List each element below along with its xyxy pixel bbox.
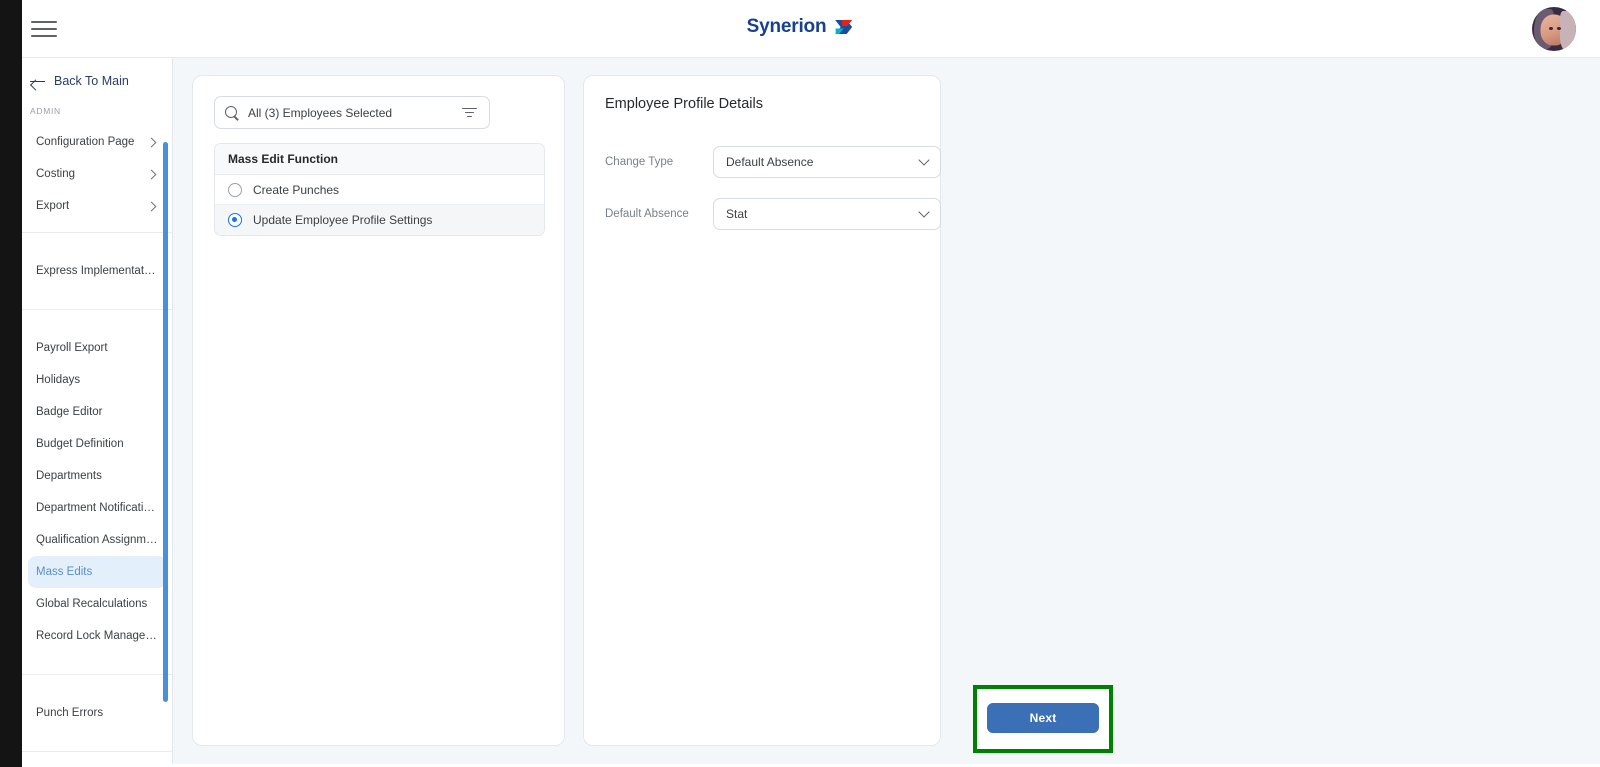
hamburger-bar bbox=[31, 35, 57, 37]
sidebar-item-record-lock-management[interactable]: Record Lock Management bbox=[28, 620, 166, 652]
hamburger-bar bbox=[31, 21, 57, 23]
application-window: Synerion Back To Main ADMIN Configuratio… bbox=[0, 0, 1600, 767]
sidebar-divider bbox=[22, 674, 172, 675]
radio-button-unselected[interactable] bbox=[228, 182, 242, 197]
sidebar-item-budget-definition[interactable]: Budget Definition bbox=[28, 428, 166, 460]
sidebar-item-label: Budget Definition bbox=[36, 438, 124, 450]
mass-edit-function-list: Mass Edit Function Create Punches Update… bbox=[214, 143, 545, 236]
option-row-update-employee-profile-settings[interactable]: Update Employee Profile Settings bbox=[215, 205, 544, 235]
sidebar-item-export[interactable]: Export bbox=[28, 190, 166, 222]
chevron-down-icon bbox=[918, 154, 930, 166]
employee-profile-details-panel: Employee Profile Details Change Type Def… bbox=[583, 75, 1113, 753]
sidebar-group: Payroll Export Holidays Badge Editor Bud… bbox=[22, 332, 172, 652]
sidebar-item-label: Badge Editor bbox=[36, 406, 103, 418]
sidebar-item-badge-editor[interactable]: Badge Editor bbox=[28, 396, 166, 428]
sidebar-item-punch-errors[interactable]: Punch Errors bbox=[28, 697, 166, 729]
sidebar-item-label: Departments bbox=[36, 470, 102, 482]
sidebar-navigation: Back To Main ADMIN Configuration Page Co… bbox=[22, 58, 173, 767]
change-type-label: Change Type bbox=[605, 156, 674, 168]
mass-edit-function-panel: All (3) Employees Selected Mass Edit Fun… bbox=[192, 75, 565, 746]
sidebar-item-mass-edits[interactable]: Mass Edits bbox=[28, 556, 166, 588]
list-header: Mass Edit Function bbox=[215, 144, 544, 175]
filter-funnel-icon[interactable] bbox=[460, 106, 478, 120]
sidebar-item-configuration-page[interactable]: Configuration Page bbox=[28, 126, 166, 158]
sidebar-item-qualification-assignments[interactable]: Qualification Assignments bbox=[28, 524, 166, 556]
sidebar-item-label: Export bbox=[36, 200, 70, 212]
sidebar-section-label: ADMIN bbox=[30, 106, 61, 116]
sidebar-item-label: Global Recalculations bbox=[36, 598, 148, 610]
sidebar-group: Configuration Page Costing Export bbox=[22, 126, 172, 222]
chevron-right-icon bbox=[146, 137, 157, 147]
sidebar-item-label: Mass Edits bbox=[36, 566, 93, 578]
option-row-create-punches[interactable]: Create Punches bbox=[215, 175, 544, 205]
chevron-right-icon bbox=[146, 169, 157, 179]
sidebar-item-global-recalculations[interactable]: Global Recalculations bbox=[28, 588, 166, 620]
chevron-down-icon bbox=[918, 206, 930, 218]
next-button[interactable]: Next bbox=[987, 703, 1099, 733]
change-type-value: Default Absence bbox=[726, 155, 814, 169]
employee-search-field[interactable]: All (3) Employees Selected bbox=[214, 96, 490, 129]
sidebar-item-express-implementation[interactable]: Express Implementation P... bbox=[28, 255, 166, 287]
sidebar-group: Express Implementation P... bbox=[22, 255, 172, 287]
search-icon bbox=[225, 105, 239, 120]
default-absence-select[interactable]: Stat bbox=[713, 198, 941, 230]
gutter-glyph-icon bbox=[2, 716, 18, 738]
avatar-eye bbox=[1549, 27, 1553, 30]
sidebar-item-costing[interactable]: Costing bbox=[28, 158, 166, 190]
sidebar-divider bbox=[22, 309, 172, 310]
sidebar-item-label: Configuration Page bbox=[36, 136, 135, 148]
left-edge-gutter bbox=[0, 0, 22, 767]
sidebar-item-holidays[interactable]: Holidays bbox=[28, 364, 166, 396]
filter-bar bbox=[464, 111, 474, 114]
sidebar-item-payroll-export[interactable]: Payroll Export bbox=[28, 332, 166, 364]
sidebar-scrollbar-thumb[interactable] bbox=[163, 142, 168, 702]
sidebar-item-departments[interactable]: Departments bbox=[28, 460, 166, 492]
default-absence-value: Stat bbox=[726, 207, 748, 221]
sidebar-item-label: Payroll Export bbox=[36, 342, 108, 354]
sidebar-item-label: Department Notifications bbox=[36, 502, 158, 514]
radio-button-selected[interactable] bbox=[228, 213, 242, 227]
change-type-select[interactable]: Default Absence bbox=[713, 146, 941, 178]
sidebar-item-label: Express Implementation P... bbox=[36, 265, 158, 277]
synerion-arrow-logo-icon bbox=[833, 17, 854, 37]
option-label: Update Employee Profile Settings bbox=[253, 213, 433, 227]
avatar-eye bbox=[1557, 27, 1561, 30]
filter-bar bbox=[461, 107, 477, 110]
search-input-value: All (3) Employees Selected bbox=[248, 105, 393, 120]
default-absence-field-row: Default Absence Stat bbox=[605, 198, 941, 230]
brand-logo[interactable]: Synerion bbox=[747, 16, 854, 38]
sidebar-group: Punch Errors bbox=[22, 697, 172, 729]
sidebar-item-department-notifications[interactable]: Department Notifications bbox=[28, 492, 166, 524]
main-content-area: All (3) Employees Selected Mass Edit Fun… bbox=[173, 58, 1600, 767]
sidebar-item-label: Holidays bbox=[36, 374, 81, 386]
filter-bar bbox=[466, 115, 472, 118]
change-type-field-row: Change Type Default Absence bbox=[605, 146, 941, 178]
sidebar-item-label: Qualification Assignments bbox=[36, 534, 158, 546]
avatar[interactable] bbox=[1532, 7, 1576, 51]
option-label: Create Punches bbox=[253, 182, 340, 197]
list-header-label: Mass Edit Function bbox=[228, 152, 339, 166]
sidebar-divider bbox=[22, 751, 172, 752]
back-to-main-link[interactable]: Back To Main bbox=[22, 58, 172, 104]
sidebar-item-label: Costing bbox=[36, 168, 75, 180]
panel-title: Employee Profile Details bbox=[605, 96, 763, 112]
arrow-left-icon bbox=[30, 75, 45, 88]
hamburger-bar bbox=[31, 28, 57, 30]
sidebar-divider bbox=[22, 232, 172, 233]
chevron-right-icon bbox=[146, 201, 157, 211]
sidebar-item-label: Record Lock Management bbox=[36, 630, 158, 642]
hamburger-menu-icon[interactable] bbox=[31, 19, 57, 39]
top-app-bar: Synerion bbox=[0, 0, 1600, 58]
back-to-main-label: Back To Main bbox=[54, 74, 129, 88]
default-absence-label: Default Absence bbox=[605, 208, 689, 220]
avatar-hair-right bbox=[1560, 11, 1576, 51]
sidebar-item-label: Punch Errors bbox=[36, 707, 104, 719]
brand-name: Synerion bbox=[746, 16, 827, 37]
